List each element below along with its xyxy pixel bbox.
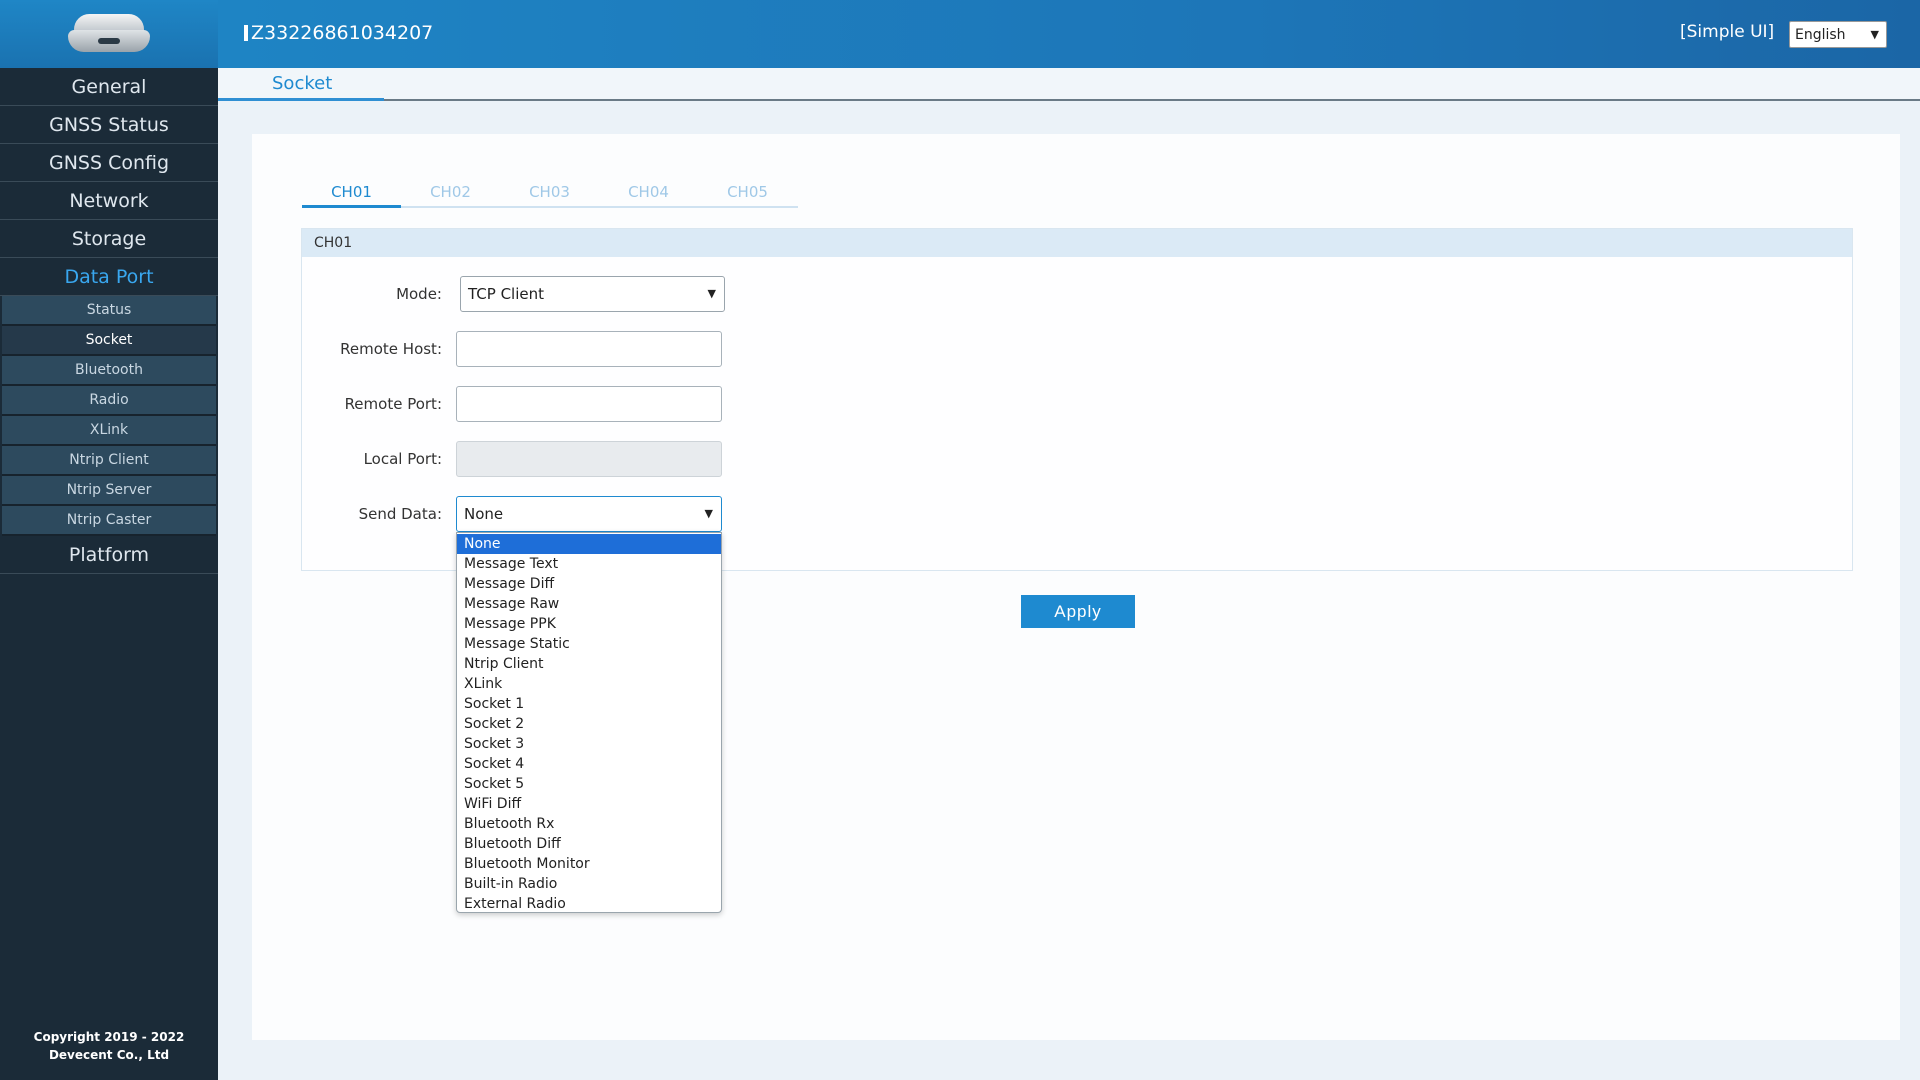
sidebar-item-gnss-config[interactable]: GNSS Config [0, 144, 218, 182]
submenu-item-bluetooth[interactable]: Bluetooth [2, 356, 216, 386]
dropdown-option[interactable]: Message Raw [457, 594, 721, 614]
send-data-label: Send Data: [358, 505, 442, 523]
mode-select[interactable]: TCP Client ▼ [460, 276, 725, 312]
dropdown-option[interactable]: WiFi Diff [457, 794, 721, 814]
copyright-line-1: Copyright 2019 - 2022 [33, 1030, 185, 1044]
tab-ch01[interactable]: CH01 [302, 180, 401, 208]
sidebar-item-platform[interactable]: Platform [0, 536, 218, 574]
apply-button[interactable]: Apply [1021, 595, 1135, 628]
gnss-receiver-icon [66, 12, 152, 56]
simple-ui-link[interactable]: [Simple UI] [1680, 22, 1774, 42]
tab-socket[interactable]: Socket [218, 68, 384, 101]
remote-port-label: Remote Port: [344, 395, 442, 413]
chevron-down-icon: ▼ [707, 287, 716, 300]
sidebar-item-gnss-status[interactable]: GNSS Status [0, 106, 218, 144]
submenu-item-status[interactable]: Status [2, 296, 216, 326]
send-data-select-value: None [464, 505, 504, 523]
device-id-marker-icon [244, 25, 248, 41]
dropdown-option[interactable]: None [457, 534, 721, 554]
submenu-item-ntrip-server[interactable]: Ntrip Server [2, 476, 216, 506]
sidebar-item-data-port[interactable]: Data Port [0, 258, 218, 296]
logo [0, 0, 218, 68]
local-port-label: Local Port: [363, 450, 442, 468]
language-select[interactable]: English ▼ [1789, 21, 1887, 48]
sidebar-item-network[interactable]: Network [0, 182, 218, 220]
header: Z33226861034207 [Simple UI] English ▼ [218, 0, 1920, 68]
tab-ch02[interactable]: CH02 [401, 180, 500, 208]
remote-port-input[interactable] [456, 386, 722, 422]
dropdown-option[interactable]: Socket 4 [457, 754, 721, 774]
page-tab-bar: Socket [218, 68, 1920, 101]
mode-select-value: TCP Client [468, 285, 544, 303]
device-id-text: Z33226861034207 [251, 22, 434, 44]
tab-ch04[interactable]: CH04 [599, 180, 698, 208]
copyright-line-2: Devecent Co., Ltd [48, 1048, 170, 1062]
dropdown-option[interactable]: External Radio [457, 894, 721, 914]
copyright: Copyright 2019 - 2022 Devecent Co., Ltd [0, 1028, 218, 1064]
submenu-item-radio[interactable]: Radio [2, 386, 216, 416]
sidebar-item-general[interactable]: General [0, 68, 218, 106]
dropdown-option[interactable]: Socket 2 [457, 714, 721, 734]
sidebar: General GNSS Status GNSS Config Network … [0, 0, 218, 1080]
remote-host-input[interactable] [456, 331, 722, 367]
dropdown-option[interactable]: Built-in Radio [457, 874, 721, 894]
remote-host-label: Remote Host: [340, 340, 442, 358]
dropdown-option[interactable]: Socket 3 [457, 734, 721, 754]
language-select-value: English [1795, 26, 1846, 43]
chevron-down-icon: ▼ [704, 507, 713, 520]
send-data-select[interactable]: None ▼ [456, 496, 722, 532]
chevron-down-icon: ▼ [1870, 28, 1879, 41]
device-id: Z33226861034207 [244, 22, 433, 44]
sidebar-item-storage[interactable]: Storage [0, 220, 218, 258]
submenu-item-socket[interactable]: Socket [2, 326, 216, 356]
dropdown-option[interactable]: Message PPK [457, 614, 721, 634]
submenu-item-xlink[interactable]: XLink [2, 416, 216, 446]
local-port-input [456, 441, 722, 477]
submenu-item-ntrip-client[interactable]: Ntrip Client [2, 446, 216, 476]
tab-ch03[interactable]: CH03 [500, 180, 599, 208]
section-title: CH01 [302, 229, 1852, 257]
dropdown-option[interactable]: Message Static [457, 634, 721, 654]
tab-ch05[interactable]: CH05 [698, 180, 797, 208]
channel-tabs: CH01 CH02 CH03 CH04 CH05 [302, 180, 798, 208]
data-port-submenu: Status Socket Bluetooth Radio XLink Ntri… [0, 296, 218, 536]
dropdown-option[interactable]: Message Text [457, 554, 721, 574]
dropdown-option[interactable]: Ntrip Client [457, 654, 721, 674]
mode-label: Mode: [396, 285, 442, 303]
dropdown-option[interactable]: Message Diff [457, 574, 721, 594]
dropdown-option[interactable]: Bluetooth Monitor [457, 854, 721, 874]
dropdown-option[interactable]: XLink [457, 674, 721, 694]
dropdown-option[interactable]: Bluetooth Diff [457, 834, 721, 854]
dropdown-option[interactable]: Socket 1 [457, 694, 721, 714]
send-data-dropdown: None Message Text Message Diff Message R… [456, 532, 722, 913]
dropdown-option[interactable]: Socket 5 [457, 774, 721, 794]
dropdown-option[interactable]: Bluetooth Rx [457, 814, 721, 834]
submenu-item-ntrip-caster[interactable]: Ntrip Caster [2, 506, 216, 536]
